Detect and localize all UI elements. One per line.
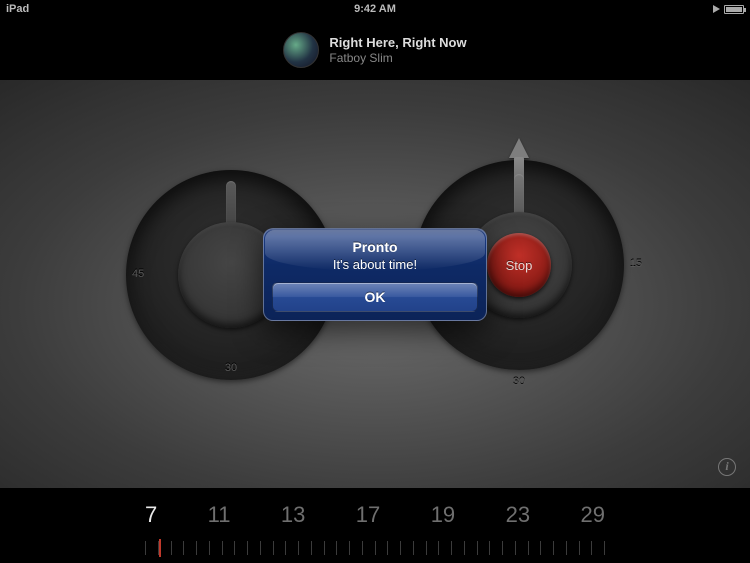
play-indicator-icon	[713, 5, 720, 13]
dial-mark-30: 30	[513, 376, 525, 388]
now-playing[interactable]: Right Here, Right Now Fatboy Slim	[283, 32, 466, 68]
ruler-value[interactable]: 11	[208, 502, 231, 528]
status-bar: iPad 9:42 AM	[0, 0, 750, 18]
dial-arrow-icon	[509, 138, 529, 158]
ruler-value[interactable]: 19	[431, 502, 455, 528]
ruler-value[interactable]: 23	[506, 502, 530, 528]
ruler-value[interactable]: 7	[145, 502, 157, 528]
ruler-value[interactable]: 17	[356, 502, 380, 528]
clock: 9:42 AM	[354, 3, 396, 15]
track-artist: Fatboy Slim	[329, 51, 466, 65]
alert-title: Pronto	[272, 239, 478, 255]
dial-mark-30: 30	[225, 362, 237, 374]
stop-button[interactable]: Stop	[487, 233, 551, 297]
bottom-bar: 7 11 13 17 19 23 29	[0, 488, 750, 563]
track-title: Right Here, Right Now	[329, 35, 466, 51]
preset-ruler[interactable]: 7 11 13 17 19 23 29	[145, 488, 605, 563]
alert-message: It's about time!	[272, 257, 478, 272]
dial-mark-15: 15	[630, 258, 642, 270]
alert-ok-button[interactable]: OK	[272, 282, 478, 312]
ruler-value[interactable]: 29	[580, 502, 604, 528]
info-button[interactable]: i	[718, 458, 736, 476]
battery-icon	[724, 5, 744, 14]
alert-ok-label: OK	[365, 289, 386, 305]
ruler-numbers: 7 11 13 17 19 23 29	[145, 488, 605, 528]
info-icon: i	[725, 459, 728, 473]
stop-button-label: Stop	[506, 258, 533, 273]
album-art	[283, 32, 319, 68]
top-bar: Right Here, Right Now Fatboy Slim	[0, 18, 750, 80]
alert-dialog: Pronto It's about time! OK	[263, 228, 487, 321]
status-right	[713, 5, 744, 14]
ruler-ticks	[145, 541, 605, 555]
ruler-value[interactable]: 13	[281, 502, 305, 528]
device-label: iPad	[6, 3, 29, 15]
track-info: Right Here, Right Now Fatboy Slim	[329, 35, 466, 65]
ruler-indicator[interactable]	[159, 539, 161, 557]
dial-mark-45: 45	[132, 268, 144, 280]
